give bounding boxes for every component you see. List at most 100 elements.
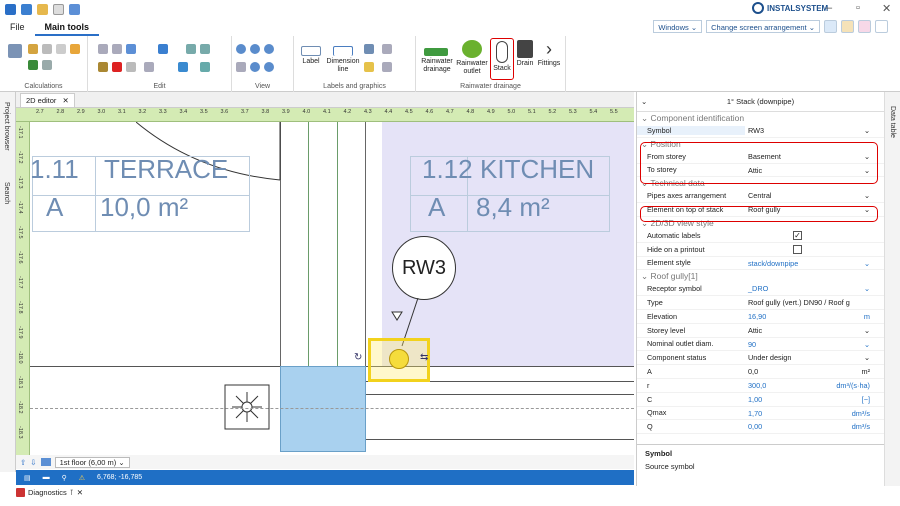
project-browser-tab[interactable]: Project browser [3, 102, 10, 151]
table-icon[interactable] [28, 60, 38, 70]
zoom-out-icon[interactable] [250, 44, 260, 54]
row-qmax-value[interactable]: 1,70 dm³/s [745, 407, 884, 420]
text-icon[interactable] [200, 62, 210, 72]
status-warning-icon[interactable]: ⚠ [79, 474, 85, 482]
data-table-tab[interactable]: Data table [889, 106, 896, 138]
delete-icon[interactable] [112, 62, 122, 72]
stack-rotate-icon[interactable]: ↻ [354, 352, 362, 363]
row-elevation-value[interactable]: 16,90 m [745, 310, 884, 323]
align-icon[interactable] [186, 44, 196, 54]
text-style-icon[interactable] [364, 44, 374, 54]
maximize-icon[interactable]: ▫ [856, 2, 860, 14]
status-dropdown-icon[interactable]: ⌄ [864, 351, 870, 365]
stack-symbol-icon[interactable] [389, 349, 409, 369]
row-type[interactable]: Type Roof gully (vert.) DN90 / Roof g [637, 296, 884, 310]
pipes-axes-dropdown-icon[interactable]: ⌄ [864, 189, 870, 203]
row-receptor[interactable]: Receptor symbol _DRO ⌄ [637, 282, 884, 297]
receptor-dropdown-icon[interactable]: ⌄ [864, 282, 870, 296]
distribute-icon[interactable] [200, 44, 210, 54]
fittings-button[interactable]: › Fittings [536, 40, 562, 68]
menu-file[interactable]: File [0, 18, 35, 36]
drawing-canvas[interactable]: 2.7 2.8 2.9 3.0 3.1 3.2 3.3 3.4 3.5 3.6 3.7 3.8 3.9 4… [16, 108, 634, 455]
row-symbol-value[interactable]: RW3 ⌄ [745, 124, 884, 137]
auto-labels-checkbox[interactable]: ✓ [793, 230, 802, 240]
menu-main-tools[interactable]: Main tools [34, 18, 100, 36]
layout-icon[interactable] [824, 20, 837, 33]
row-storey-level-value[interactable]: Attic ⌄ [745, 324, 884, 337]
nominal-dropdown-icon[interactable]: ⌄ [864, 338, 870, 352]
save-icon[interactable] [21, 3, 32, 15]
windows-dropdown[interactable]: Windows ⌄ [653, 20, 703, 33]
diagnostics-pin-icon[interactable]: ⊺ [70, 488, 74, 497]
row-a[interactable]: A 0,0 m² [637, 365, 884, 379]
row-a-value[interactable]: 0,0 m² [745, 365, 884, 378]
section-roof-gully[interactable]: ⌄ Roof gully[1] [637, 270, 884, 282]
row-element-style[interactable]: Element style stack/downpipe ⌄ [637, 257, 884, 271]
hatch-icon[interactable] [382, 44, 392, 54]
callout-rw3[interactable]: RW3 [392, 236, 456, 300]
properties-icon[interactable] [144, 62, 154, 72]
section-component[interactable]: ⌄ Component identification [637, 112, 884, 124]
row-receptor-value[interactable]: _DRO ⌄ [745, 282, 884, 295]
symbol-dropdown-icon[interactable]: ⌄ [864, 124, 870, 138]
image-icon[interactable] [364, 62, 374, 72]
stack-handle-icon[interactable]: ⇆ [420, 352, 428, 363]
diagnostics-close-icon[interactable]: ✕ [77, 488, 83, 497]
help-icon[interactable] [858, 20, 871, 33]
calculator-icon[interactable] [8, 44, 22, 58]
row-nominal-value[interactable]: 90 ⌄ [745, 338, 884, 351]
row-q-value[interactable]: 0,00 dm³/s [745, 420, 884, 433]
label-button[interactable]: Label [296, 40, 326, 66]
row-r-value[interactable]: 300,0 dm³/(s·ha) [745, 379, 884, 392]
shape-icon[interactable] [382, 62, 392, 72]
row-hide-printout[interactable]: Hide on a printout [637, 243, 884, 257]
row-c[interactable]: C 1,00 [−] [637, 393, 884, 407]
row-c-value[interactable]: 1,00 [−] [745, 393, 884, 406]
row-nominal[interactable]: Nominal outlet diam. 90 ⌄ [637, 338, 884, 352]
undo-edit-icon[interactable] [126, 44, 136, 54]
report-icon[interactable] [42, 44, 52, 54]
row-status[interactable]: Component status Under design ⌄ [637, 351, 884, 366]
row-r[interactable]: r 300,0 dm³/(s·ha) [637, 379, 884, 393]
zoom-previous-icon[interactable] [250, 62, 260, 72]
warning-icon[interactable] [70, 44, 80, 54]
search-tab[interactable]: Search [3, 182, 10, 204]
floor-drain-icon[interactable] [224, 384, 270, 430]
floor-up-icon[interactable]: ⇧ [20, 458, 26, 467]
row-qmax[interactable]: Qmax 1,70 dm³/s [637, 407, 884, 421]
undo-icon[interactable] [69, 3, 80, 15]
settings-icon[interactable] [28, 44, 38, 54]
row-symbol[interactable]: Symbol RW3 ⌄ [637, 124, 884, 138]
panel-collapse-icon[interactable]: ⌄ [641, 92, 647, 112]
tab-close-icon[interactable]: ✕ [62, 94, 68, 107]
zoom-in-icon[interactable] [236, 44, 246, 54]
row-element-style-value[interactable]: stack/downpipe ⌄ [745, 257, 884, 270]
zoom-fit-icon[interactable] [264, 44, 274, 54]
row-pipes-axes-value[interactable]: Central ⌄ [745, 189, 884, 202]
diagnostics-tab[interactable]: Diagnostics ⊺ ✕ [16, 488, 83, 497]
zoom-window-icon[interactable] [236, 62, 246, 72]
open-folder-icon[interactable] [37, 3, 48, 15]
status-pin-icon[interactable]: ⚲ [62, 474, 67, 482]
paste-icon[interactable] [112, 44, 122, 54]
move-icon[interactable] [158, 44, 168, 54]
dimension-line-button[interactable]: Dimension line [326, 40, 360, 74]
drain-button[interactable]: Drain [514, 40, 536, 68]
hide-printout-checkbox[interactable] [793, 244, 802, 254]
element-style-dropdown-icon[interactable]: ⌄ [864, 257, 870, 271]
arrangement-dropdown[interactable]: Change screen arrangement ⌄ [706, 20, 820, 33]
grid-icon[interactable] [841, 20, 854, 33]
stack-button[interactable]: Stack [490, 38, 514, 80]
rainwater-drainage-button[interactable]: Rainwater drainage [418, 40, 454, 74]
duplicate-icon[interactable] [126, 62, 136, 72]
rotate-icon[interactable] [178, 62, 188, 72]
check-icon[interactable] [56, 44, 66, 54]
row-pipes-axes[interactable]: Pipes axes arrangement Central ⌄ [637, 189, 884, 204]
row-q[interactable]: Q 0,00 dm³/s [637, 420, 884, 435]
tab-2d-editor[interactable]: 2D editor ✕ [20, 92, 75, 107]
new-document-icon[interactable] [53, 3, 64, 15]
list-icon[interactable] [42, 60, 52, 70]
copy-icon[interactable] [98, 44, 108, 54]
floor-selector[interactable]: 1st floor (6,00 m) ⌄ [54, 456, 130, 468]
storey-level-dropdown-icon[interactable]: ⌄ [864, 324, 870, 338]
